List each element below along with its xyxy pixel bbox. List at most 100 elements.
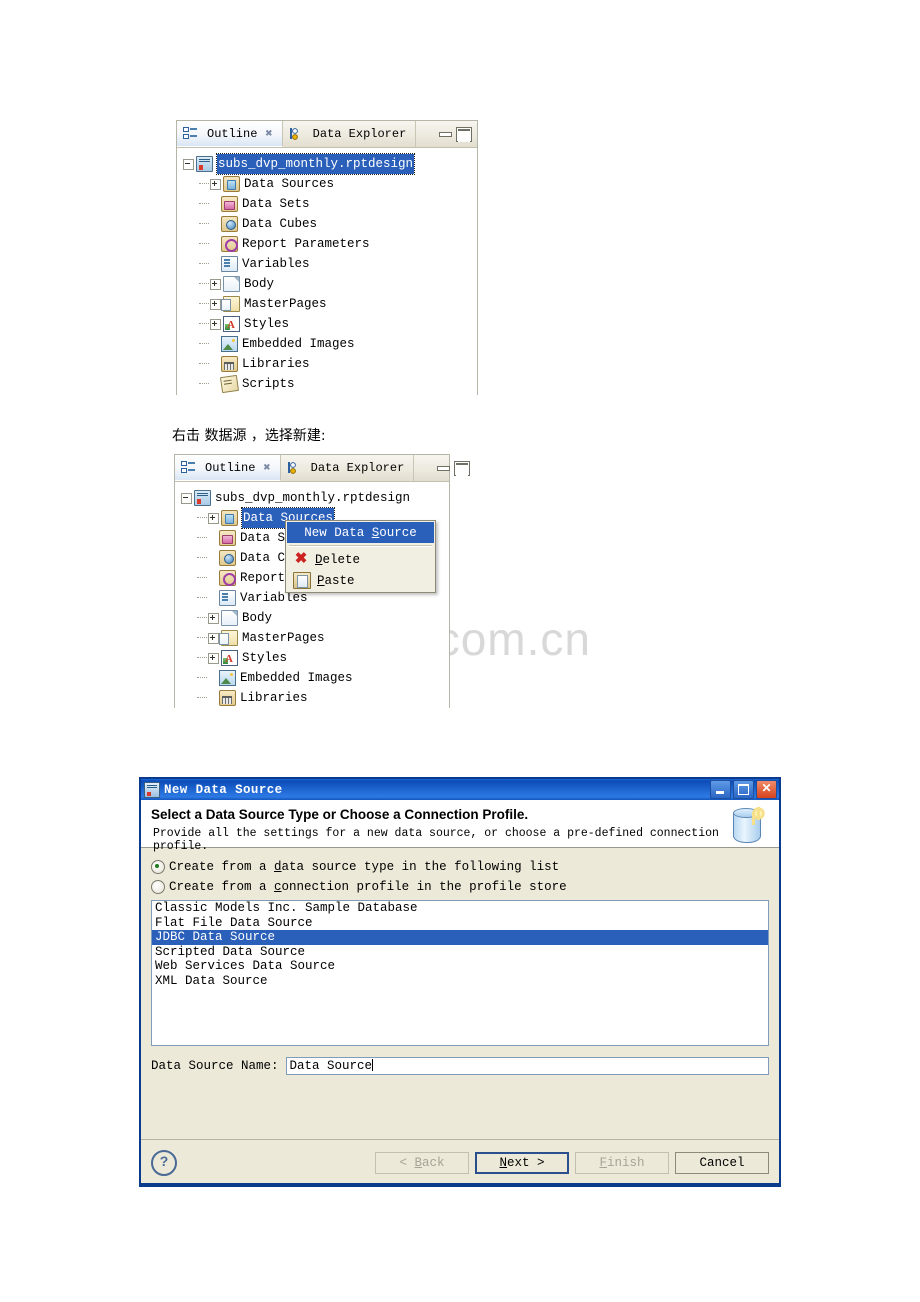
- tree-item[interactable]: MasterPages: [175, 628, 449, 648]
- menu-item-delete[interactable]: ✖ Delete: [287, 549, 434, 570]
- tree-item[interactable]: subs_dvp_monthly.rptdesign: [175, 488, 449, 508]
- maximize-icon[interactable]: [456, 126, 473, 142]
- data-sources-icon: [223, 176, 240, 192]
- close-icon[interactable]: ✖: [265, 126, 272, 141]
- expand-icon[interactable]: [208, 512, 219, 524]
- report-icon: [196, 156, 213, 172]
- tab-bar-filler: [414, 455, 429, 481]
- input-value: Data Source: [289, 1059, 373, 1073]
- maximize-icon[interactable]: [454, 460, 471, 476]
- delete-icon: ✖: [294, 550, 308, 567]
- tree-item-label: Data Sources: [244, 177, 335, 191]
- tree-item[interactable]: Data Sets: [177, 194, 477, 214]
- tree-item-label: Data Sets: [242, 197, 310, 211]
- expand-icon[interactable]: [210, 318, 221, 330]
- context-menu: New Data Source ✖ Delete Paste: [285, 520, 436, 593]
- text-caret: [372, 1059, 374, 1071]
- embedded-images-icon: [219, 670, 236, 686]
- tree-item[interactable]: Body: [175, 608, 449, 628]
- list-item[interactable]: Flat File Data Source: [152, 916, 768, 931]
- list-item[interactable]: XML Data Source: [152, 974, 768, 989]
- collapse-icon[interactable]: [181, 492, 192, 504]
- view-controls-bottom: [429, 455, 478, 481]
- tree-item-label: Scripts: [242, 377, 295, 391]
- tab-data-explorer-bottom[interactable]: Data Explorer: [281, 455, 415, 481]
- styles-icon: [221, 649, 238, 669]
- expand-icon[interactable]: [210, 178, 221, 190]
- view-controls-top: [431, 121, 480, 147]
- expand-icon[interactable]: [208, 612, 219, 624]
- tree-item-label: Embedded Images: [240, 671, 353, 685]
- menu-separator: [289, 545, 432, 547]
- menu-item-paste[interactable]: Paste: [287, 570, 434, 591]
- list-item[interactable]: Scripted Data Source: [152, 945, 768, 960]
- data-source-name-input[interactable]: Data Source: [285, 1057, 769, 1075]
- radio-connection-profile[interactable]: Create from a connection profile in the …: [151, 880, 769, 894]
- tree-item[interactable]: Embedded Images: [175, 668, 449, 688]
- tree-item[interactable]: subs_dvp_monthly.rptdesign: [177, 153, 477, 175]
- next-button[interactable]: Next >: [475, 1151, 569, 1174]
- dialog-title-bar: New Data Source: [141, 779, 779, 800]
- menu-item-label: Delete: [315, 552, 361, 567]
- data-source-type-list[interactable]: Classic Models Inc. Sample Database Flat …: [151, 900, 769, 1046]
- expand-icon[interactable]: [208, 632, 219, 644]
- window-minimize-icon[interactable]: [710, 780, 731, 799]
- tab-label: Data Explorer: [312, 127, 407, 141]
- tree-item[interactable]: Scripts: [177, 374, 477, 394]
- tree-item-label: Report Parameters: [242, 237, 370, 251]
- data-source-name-row: Data Source Name: Data Source: [151, 1057, 769, 1075]
- tab-outline-top[interactable]: Outline ✖: [177, 121, 283, 147]
- back-button[interactable]: < Back: [375, 1151, 469, 1174]
- tree-connector: [199, 303, 209, 305]
- tree-item-label: MasterPages: [244, 297, 327, 311]
- tab-label: Outline: [205, 460, 256, 475]
- collapse-icon[interactable]: [183, 158, 194, 170]
- list-item[interactable]: Web Services Data Source: [152, 959, 768, 974]
- tree-item[interactable]: Report Parameters: [177, 234, 477, 254]
- caption-text: 右击 数据源 ，选择新建:: [172, 428, 326, 444]
- tree-connector: [199, 323, 209, 325]
- expand-icon[interactable]: [210, 278, 221, 290]
- radio-icon[interactable]: [151, 880, 165, 894]
- help-icon[interactable]: ?: [151, 1149, 177, 1176]
- tab-outline-bottom[interactable]: Outline ✖: [175, 455, 281, 481]
- tree-item[interactable]: Body: [177, 274, 477, 294]
- list-item[interactable]: Classic Models Inc. Sample Database: [152, 901, 768, 916]
- tree-item[interactable]: MasterPages: [177, 294, 477, 314]
- tree-connector: [199, 363, 209, 365]
- tab-data-explorer-top[interactable]: Data Explorer: [283, 121, 417, 147]
- tree-item-label: Styles: [242, 651, 288, 665]
- tree-item[interactable]: Libraries: [177, 354, 477, 374]
- finish-button[interactable]: Finish: [575, 1151, 669, 1174]
- variables-icon: [219, 590, 236, 606]
- tree-item[interactable]: Styles: [175, 648, 449, 669]
- expand-icon[interactable]: [208, 652, 219, 664]
- window-maximize-icon[interactable]: [733, 780, 754, 799]
- tree-item[interactable]: Embedded Images: [177, 334, 477, 354]
- close-icon[interactable]: ✖: [263, 460, 270, 475]
- tree-connector: [197, 637, 207, 639]
- minimize-icon[interactable]: [439, 131, 453, 137]
- new-data-source-dialog: New Data Source Select a Data Source Typ…: [140, 778, 780, 1186]
- tree-item[interactable]: Styles: [177, 314, 477, 335]
- radio-data-source-type[interactable]: Create from a data source type in the fo…: [151, 860, 769, 874]
- tree-item[interactable]: Data Sources: [177, 174, 477, 194]
- list-item[interactable]: JDBC Data Source: [152, 930, 768, 945]
- expand-icon[interactable]: [210, 298, 221, 310]
- tree-item[interactable]: Variables: [177, 254, 477, 274]
- menu-item-new-data-source[interactable]: New Data Source: [287, 522, 434, 543]
- tab-label: Data Explorer: [310, 461, 405, 475]
- outline-icon: [181, 460, 196, 475]
- window-close-icon[interactable]: [756, 780, 777, 799]
- tree-item-label: Embedded Images: [242, 337, 355, 351]
- minimize-icon[interactable]: [437, 465, 451, 471]
- master-pages-icon: [221, 296, 240, 312]
- dialog-heading: Select a Data Source Type or Choose a Co…: [151, 807, 529, 822]
- report-parameters-icon: [221, 236, 238, 252]
- radio-icon-selected[interactable]: [151, 860, 165, 874]
- tree-item[interactable]: Libraries: [175, 688, 449, 708]
- tree-item-label: subs_dvp_monthly.rptdesign: [215, 153, 416, 175]
- data-sets-icon: [221, 196, 238, 212]
- tree-item[interactable]: Data Cubes: [177, 214, 477, 234]
- cancel-button[interactable]: Cancel: [675, 1151, 769, 1174]
